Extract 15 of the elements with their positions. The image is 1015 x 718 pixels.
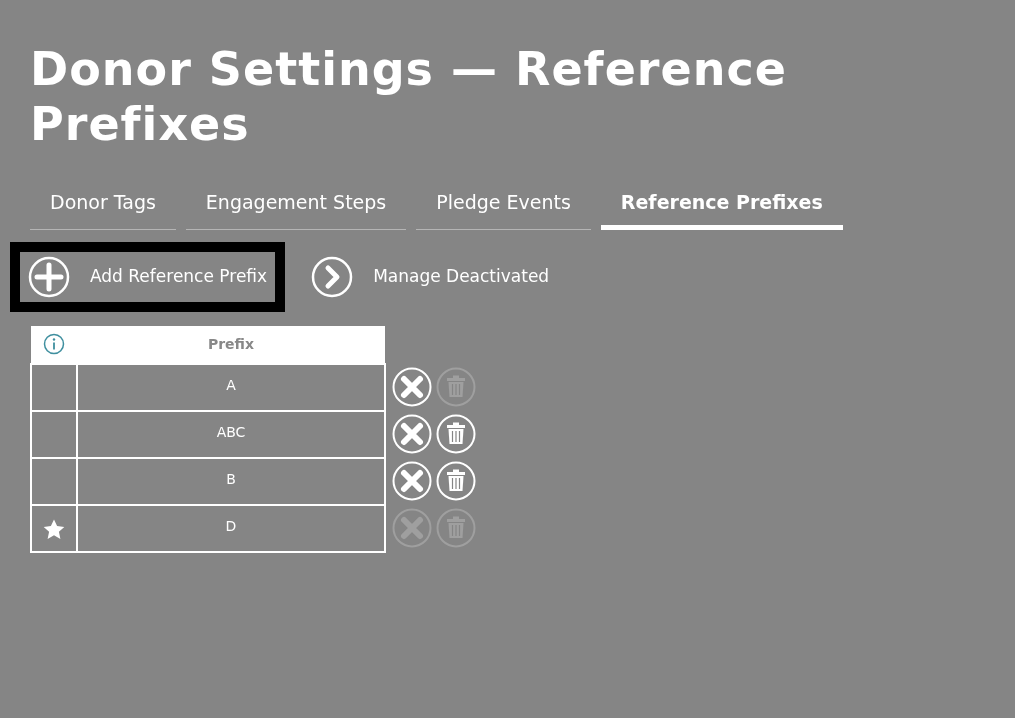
column-header: Prefix [77,325,385,364]
info-icon[interactable] [43,333,65,356]
tab[interactable]: Pledge Events [416,180,591,230]
tab[interactable]: Reference Prefixes [600,180,843,230]
chevron-circle-icon [311,255,354,298]
manage-button[interactable]: Manage Deactivated [293,241,568,312]
tab[interactable]: Engagement Steps [185,180,407,230]
page-title: Donor Settings — Reference Prefixes [29,41,788,153]
plus-circle-icon [28,255,70,298]
prefix-cell: ABC [77,410,385,458]
tab[interactable]: Donor Tags [30,180,176,230]
prefix-cell: A [77,363,385,411]
prefix-cell: D [77,504,385,552]
prefix-cell: B [77,457,385,505]
add-button[interactable]: Add Reference Prefix [10,241,286,312]
